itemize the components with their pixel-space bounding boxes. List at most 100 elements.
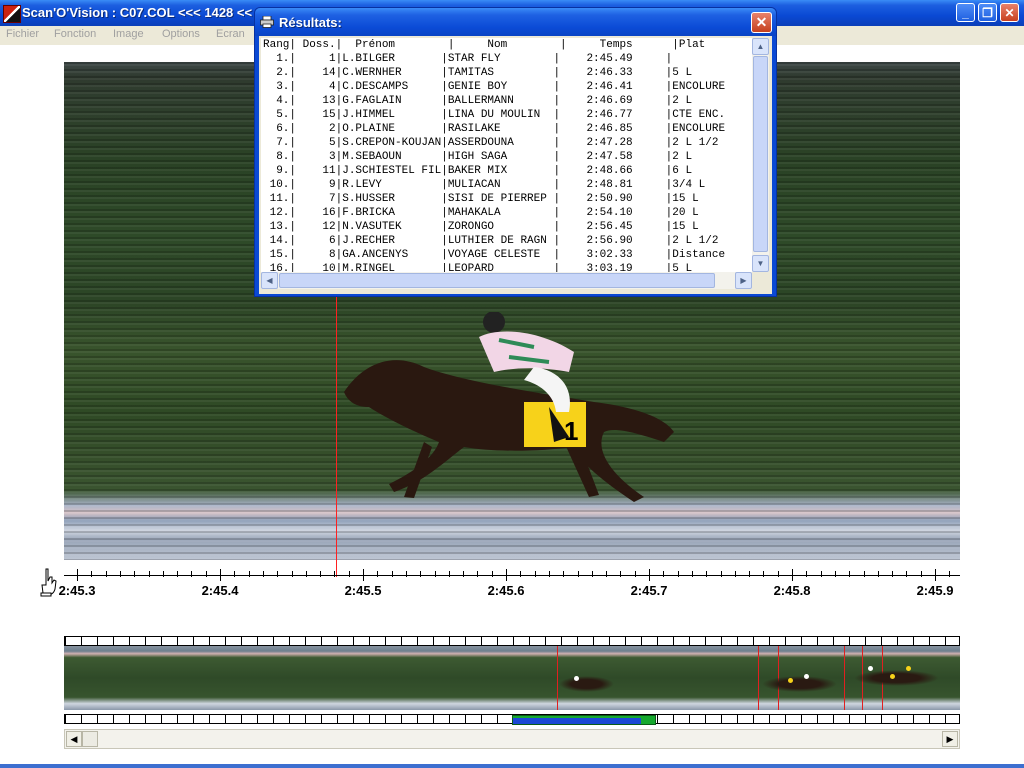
ruler-tick <box>806 571 808 577</box>
ruler-label-2-45-3: 2:45.3 <box>58 583 96 598</box>
ruler-tick <box>649 569 650 581</box>
ruler-tick <box>577 571 579 577</box>
ruler-tick <box>734 571 736 577</box>
time-ruler[interactable]: 2:45.3 2:45.4 2:45.5 2:45.6 2:45.7 2:45.… <box>59 566 960 606</box>
ruler-tick <box>820 571 822 577</box>
ruler-tick <box>849 571 851 577</box>
results-dialog-body: Rang| Doss.| Prénom | Nom | Temps |Plat … <box>259 36 772 294</box>
table-row[interactable]: 8.| 3|M.SEBAOUN |HIGH SAGA | 2:47.58 |2 … <box>261 150 752 164</box>
scroll-up-arrow-icon[interactable]: ▲ <box>752 38 769 55</box>
ruler-tick <box>134 571 136 577</box>
ruler-tick <box>906 571 908 577</box>
table-row[interactable]: 10.| 9|R.LEVY |MULIACAN | 2:48.81 |3/4 L <box>261 178 752 192</box>
ruler-tick <box>220 569 221 581</box>
results-vertical-thumb[interactable] <box>753 56 768 252</box>
scroll-left-arrow-icon[interactable]: ◀ <box>261 272 278 289</box>
ruler-tick <box>834 571 836 577</box>
menu-ecran[interactable]: Ecran <box>216 28 245 40</box>
overview-rider <box>804 674 809 679</box>
results-close-button[interactable]: ✕ <box>751 12 772 33</box>
app-icon[interactable] <box>3 5 21 23</box>
ruler-tick <box>506 569 507 581</box>
overview-strip[interactable] <box>64 636 960 725</box>
overview-rider <box>906 666 911 671</box>
table-row[interactable]: 14.| 6|J.RECHER |LUTHIER DE RAGN | 2:56.… <box>261 234 752 248</box>
table-row[interactable]: 11.| 7|S.HUSSER |SISI DE PIERREP | 2:50.… <box>261 192 752 206</box>
results-horizontal-thumb[interactable] <box>279 273 715 288</box>
table-row[interactable]: 13.| 12|N.VASUTEK |ZORONGO | 2:56.45 |15… <box>261 220 752 234</box>
table-row[interactable]: 4.| 13|G.FAGLAIN |BALLERMANN | 2:46.69 |… <box>261 94 752 108</box>
overview-marker[interactable] <box>844 646 845 710</box>
overview-rider <box>788 678 793 683</box>
ruler-tick <box>706 571 708 577</box>
window-title: Scan'O'Vision : C07.COL <<< 1428 << <box>22 5 253 20</box>
ruler-tick <box>377 571 379 577</box>
maximize-button[interactable]: ❐ <box>978 3 997 22</box>
results-horizontal-scrollbar[interactable]: ◀ ▶ <box>261 272 752 289</box>
ruler-label-2-45-8: 2:45.8 <box>773 583 811 598</box>
overview-marker[interactable] <box>758 646 759 710</box>
menu-options[interactable]: Options <box>162 28 200 40</box>
ruler-tick <box>448 571 450 577</box>
ruler-tick <box>620 571 622 577</box>
menu-fichier[interactable]: Fichier <box>6 28 39 40</box>
scroll-down-arrow-icon[interactable]: ▼ <box>752 255 769 272</box>
results-vertical-scrollbar[interactable]: ▲ ▼ <box>752 38 769 272</box>
overview-selection-window[interactable] <box>512 715 656 725</box>
table-row[interactable]: 1.| 1|L.BILGER |STAR FLY | 2:45.49 | <box>261 52 752 66</box>
close-button[interactable]: ✕ <box>1000 3 1019 22</box>
ruler-tick <box>105 571 107 577</box>
ruler-tick <box>234 571 236 577</box>
minimize-button[interactable]: _ <box>956 3 975 22</box>
ruler-tick <box>877 571 879 577</box>
table-row[interactable]: 15.| 8|GA.ANCENYS |VOYAGE CELESTE | 3:02… <box>261 248 752 262</box>
ruler-tick <box>691 571 693 577</box>
results-dialog-title-bar[interactable]: Résultats: ✕ <box>255 8 776 36</box>
ruler-tick <box>148 571 150 577</box>
hand-pointer-icon[interactable] <box>40 567 58 597</box>
scroll-thumb[interactable] <box>82 731 98 747</box>
ruler-tick <box>892 571 894 577</box>
table-row[interactable]: 6.| 2|O.PLAINE |RASILAKE | 2:46.85 |ENCO… <box>261 122 752 136</box>
results-list[interactable]: Rang| Doss.| Prénom | Nom | Temps |Plat … <box>261 38 752 272</box>
ruler-baseline <box>64 575 960 576</box>
ruler-tick <box>420 571 422 577</box>
ruler-label-2-45-5: 2:45.5 <box>344 583 382 598</box>
ruler-tick <box>548 571 550 577</box>
ruler-label-2-45-6: 2:45.6 <box>487 583 525 598</box>
table-row[interactable]: 3.| 4|C.DESCAMPS |GENIE BOY | 2:46.41 |E… <box>261 80 752 94</box>
ruler-tick <box>563 571 565 577</box>
table-row[interactable]: 7.| 5|S.CREPON-KOUJAN|ASSERDOUNA | 2:47.… <box>261 136 752 150</box>
table-row[interactable]: 12.| 16|F.BRICKA |MAHAKALA | 2:54.10 |20… <box>261 206 752 220</box>
menu-image[interactable]: Image <box>113 28 144 40</box>
ruler-tick <box>763 571 765 577</box>
results-dialog-title: Résultats: <box>279 15 342 30</box>
overview-selection-inner <box>513 718 641 724</box>
saddle-number: 1 <box>564 416 578 446</box>
ruler-tick <box>205 571 207 577</box>
ruler-tick <box>291 571 293 577</box>
table-row[interactable]: 16.| 10|M.RINGEL |LEOPARD | 3:03.19 |5 L <box>261 262 752 272</box>
size-grip[interactable] <box>752 272 769 289</box>
printer-icon[interactable] <box>260 16 274 28</box>
table-row[interactable]: 9.| 11|J.SCHIESTEL FIL|BAKER MIX | 2:48.… <box>261 164 752 178</box>
table-row[interactable]: 5.| 15|J.HIMMEL |LINA DU MOULIN | 2:46.7… <box>261 108 752 122</box>
overview-top-ticks <box>64 636 960 646</box>
table-row[interactable]: 2.| 14|C.WERNHER |TAMITAS | 2:46.33 |5 L <box>261 66 752 80</box>
ruler-tick <box>634 571 636 577</box>
overview-marker[interactable] <box>557 646 558 710</box>
ruler-tick <box>248 571 250 577</box>
ruler-label-2-45-9: 2:45.9 <box>916 583 954 598</box>
scroll-right-arrow-icon[interactable]: ▶ <box>942 731 958 747</box>
ruler-tick <box>534 571 536 577</box>
ruler-tick <box>777 571 779 577</box>
ruler-tick <box>434 571 436 577</box>
overview-horse <box>854 670 939 686</box>
main-horizontal-scrollbar[interactable]: ◀ ▶ <box>64 729 960 749</box>
ruler-tick <box>391 571 393 577</box>
scroll-right-arrow-icon[interactable]: ▶ <box>735 272 752 289</box>
ruler-tick <box>935 569 936 581</box>
menu-fonction[interactable]: Fonction <box>54 28 96 40</box>
ruler-tick <box>363 569 364 581</box>
scroll-left-arrow-icon[interactable]: ◀ <box>66 731 82 747</box>
